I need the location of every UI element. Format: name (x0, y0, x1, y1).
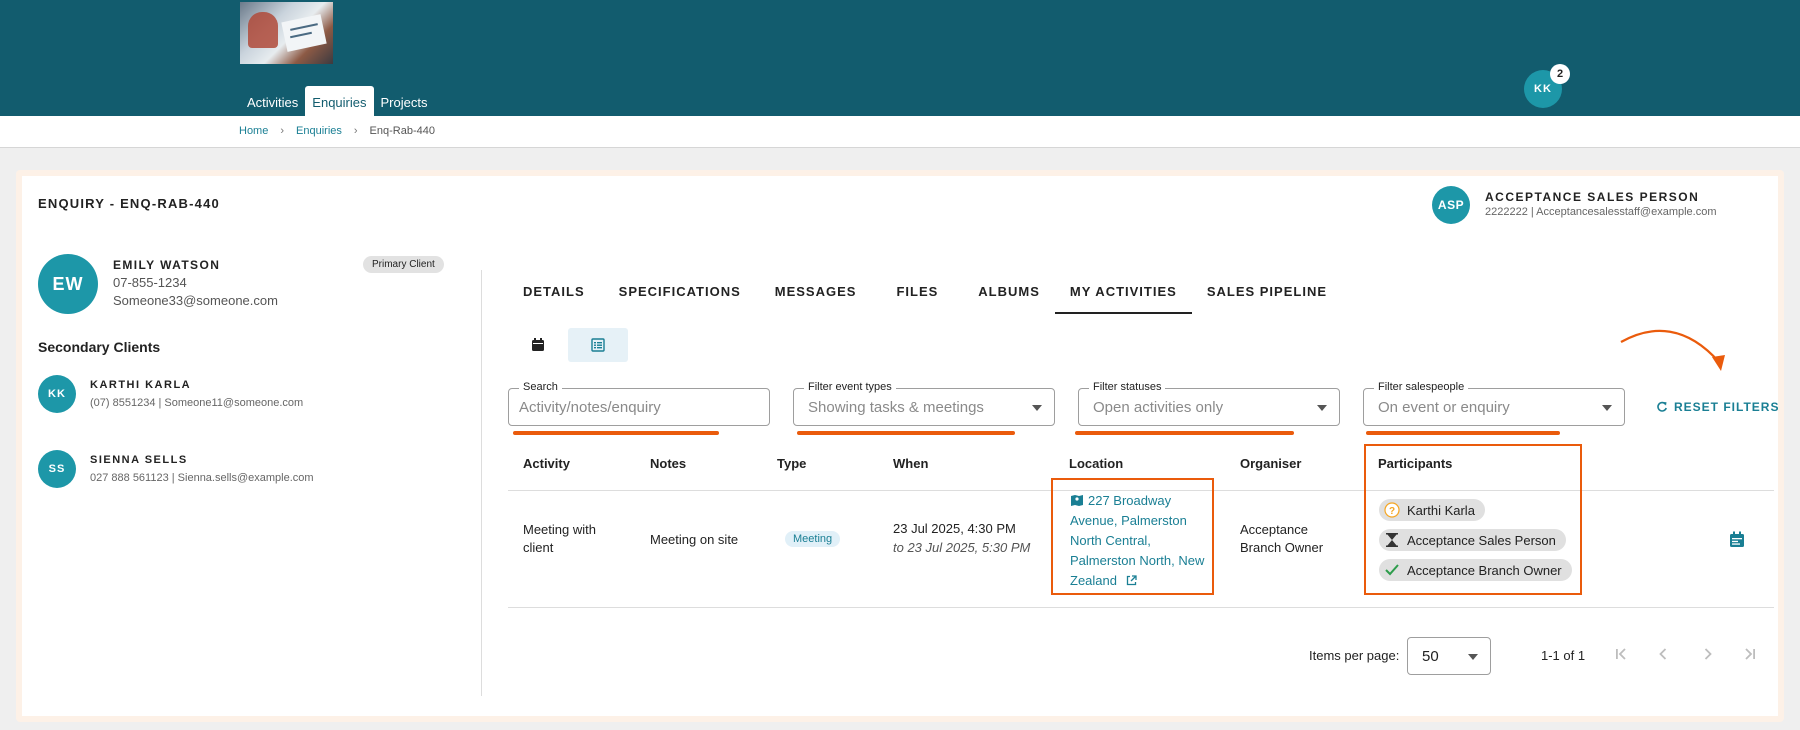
tab-messages[interactable]: MESSAGES (760, 270, 882, 314)
column-divider (481, 270, 482, 696)
primary-client-badge: Primary Client (363, 256, 444, 273)
list-icon (591, 338, 605, 352)
page-title: ENQUIRY - ENQ-RAB-440 (38, 196, 220, 211)
reset-filters-button[interactable]: RESET FILTERS (1656, 400, 1779, 414)
main-nav: Activities Enquiries Projects (240, 86, 434, 116)
dropdown-caret-icon (1032, 405, 1042, 411)
highlight-underline (1075, 431, 1294, 435)
calendar-view-button[interactable] (516, 328, 560, 362)
dropdown-caret-icon (1317, 405, 1327, 411)
highlight-underline (513, 431, 719, 435)
column-header-activity[interactable]: Activity (523, 456, 570, 471)
breadcrumb-bar: Home › Enquiries › Enq-Rab-440 (0, 116, 1800, 148)
participants-highlight-box (1364, 444, 1582, 595)
primary-client-avatar: EW (38, 254, 98, 314)
salespeople-select[interactable]: Filter salespeople On event or enquiry (1363, 381, 1625, 426)
search-field: Search (508, 381, 770, 426)
annotation-arrow-icon (1620, 329, 1725, 371)
tab-albums[interactable]: ALBUMS (963, 270, 1055, 314)
secondary-client-name: SIENNA SELLS (90, 454, 188, 466)
notes-cell: Meeting on site (650, 532, 739, 547)
salesperson-name: ACCEPTANCE SALES PERSON (1485, 190, 1700, 204)
items-per-page-value: 50 (1422, 648, 1439, 665)
event-types-select[interactable]: Filter event types Showing tasks & meeti… (793, 381, 1055, 426)
when-end: to 23 Jul 2025, 5:30 PM (893, 540, 1031, 555)
secondary-client-contact: 027 888 561123 | Sienna.sells@example.co… (90, 472, 314, 484)
primary-client-email: Someone33@someone.com (113, 293, 278, 308)
list-view-button[interactable] (568, 328, 628, 362)
event-calendar-icon[interactable] (1729, 531, 1745, 553)
primary-client-name: EMILY WATSON (113, 258, 221, 272)
nav-enquiries[interactable]: Enquiries (305, 86, 374, 116)
dropdown-caret-icon (1468, 654, 1478, 660)
salespeople-value: On event or enquiry (1378, 399, 1510, 416)
tab-sales-pipeline[interactable]: SALES PIPELINE (1192, 270, 1342, 314)
secondary-client-contact: (07) 8551234 | Someone11@someone.com (90, 397, 304, 409)
column-header-when[interactable]: When (893, 456, 928, 471)
secondary-client-avatar: KK (38, 375, 76, 413)
highlight-underline (1366, 431, 1560, 435)
refresh-icon (1657, 401, 1667, 412)
column-header-organiser[interactable]: Organiser (1240, 456, 1301, 471)
enquiry-tabs: DETAILS SPECIFICATIONS MESSAGES FILES AL… (508, 270, 1342, 314)
breadcrumb-home[interactable]: Home (239, 125, 268, 137)
next-page-icon[interactable] (1699, 645, 1717, 663)
chevron-right-icon: › (353, 125, 358, 137)
tab-specifications[interactable]: SPECIFICATIONS (604, 270, 760, 314)
search-label: Search (519, 381, 562, 393)
tab-details[interactable]: DETAILS (508, 270, 604, 314)
salesperson-avatar: ASP (1432, 186, 1470, 224)
statuses-label: Filter statuses (1089, 381, 1166, 393)
reset-filters-label: RESET FILTERS (1674, 400, 1780, 414)
first-page-icon[interactable] (1612, 645, 1630, 663)
primary-client-phone: 07-855-1234 (113, 275, 187, 290)
chevron-right-icon: › (280, 125, 285, 137)
pagination-range: 1-1 of 1 (1541, 648, 1586, 663)
highlight-underline (797, 431, 1015, 435)
statuses-value: Open activities only (1093, 399, 1224, 416)
nav-projects[interactable]: Projects (374, 86, 435, 116)
company-logo[interactable] (240, 2, 333, 64)
nav-activities[interactable]: Activities (240, 86, 305, 116)
tab-files[interactable]: FILES (881, 270, 963, 314)
items-per-page-label: Items per page: (1309, 648, 1400, 663)
organiser-cell: Acceptance Branch Owner (1240, 522, 1324, 555)
event-types-label: Filter event types (804, 381, 896, 393)
notification-badge: 2 (1550, 64, 1570, 84)
column-header-notes[interactable]: Notes (650, 456, 686, 471)
previous-page-icon[interactable] (1654, 645, 1672, 663)
secondary-clients-heading: Secondary Clients (38, 339, 161, 355)
when-start: 23 Jul 2025, 4:30 PM (893, 521, 1016, 536)
statuses-select[interactable]: Filter statuses Open activities only (1078, 381, 1340, 426)
column-header-type[interactable]: Type (777, 456, 806, 471)
breadcrumb: Home › Enquiries › Enq-Rab-440 (239, 125, 435, 137)
activity-cell[interactable]: Meeting with client (523, 521, 623, 557)
search-input[interactable] (519, 395, 759, 419)
event-types-value: Showing tasks & meetings (808, 399, 984, 416)
type-badge: Meeting (785, 531, 841, 547)
location-highlight-box (1051, 478, 1214, 595)
table-row-divider (508, 607, 1774, 608)
breadcrumb-current: Enq-Rab-440 (369, 125, 435, 137)
secondary-client-name: KARTHI KARLA (90, 379, 192, 391)
items-per-page-select[interactable]: 50 (1407, 637, 1491, 675)
dropdown-caret-icon (1602, 405, 1612, 411)
calendar-icon (532, 338, 544, 351)
last-page-icon[interactable] (1741, 645, 1759, 663)
salespeople-label: Filter salespeople (1374, 381, 1469, 393)
column-header-location[interactable]: Location (1069, 456, 1123, 471)
tab-my-activities[interactable]: MY ACTIVITIES (1054, 270, 1192, 314)
salesperson-contact: 2222222 | Acceptancesalesstaff@example.c… (1485, 206, 1717, 218)
breadcrumb-enquiries[interactable]: Enquiries (296, 125, 342, 137)
secondary-client-avatar: SS (38, 450, 76, 488)
